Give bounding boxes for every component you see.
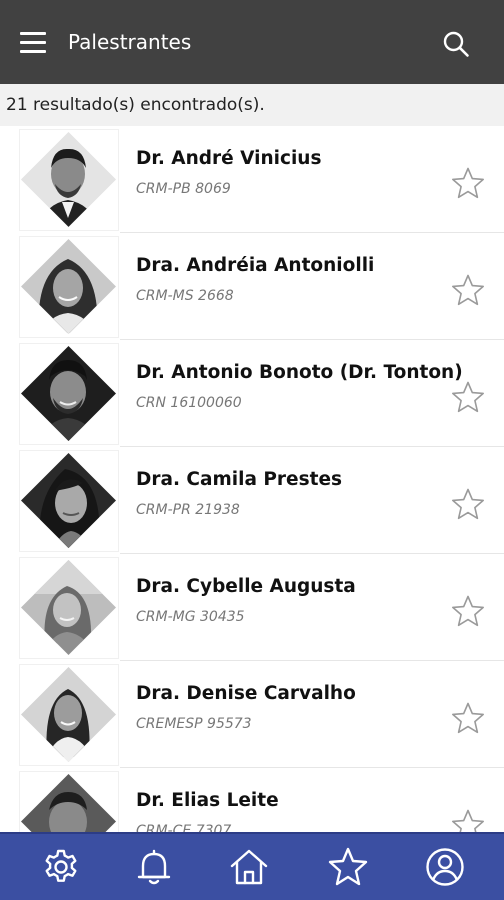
speaker-registration: CRM-MS 2668 [136,288,234,304]
avatar [20,451,118,551]
bell-icon[interactable] [133,846,175,888]
speaker-name: Dra. Denise Carvalho [136,683,356,704]
avatar [20,665,118,765]
speaker-list-item[interactable]: Dra. Camila Prestes CRM-PR 21938 [0,447,504,554]
star-icon[interactable] [327,846,369,888]
bottom-navigation [0,832,504,900]
gear-icon[interactable] [40,846,82,888]
speaker-registration: CRN 16100060 [136,395,242,411]
favorite-star-icon[interactable] [451,380,485,414]
speaker-registration: CRM-CE 7307 [136,823,232,832]
speaker-name: Dr. André Vinicius [136,148,322,169]
avatar [20,772,118,832]
avatar [20,130,118,230]
speaker-name: Dra. Cybelle Augusta [136,576,356,597]
speaker-name: Dr. Antonio Bonoto (Dr. Tonton) [136,362,463,383]
speaker-name: Dra. Camila Prestes [136,469,343,490]
profile-icon[interactable] [424,846,466,888]
speaker-registration: CREMESP 95573 [136,716,252,732]
speaker-name: Dr. Elias Leite [136,790,279,811]
favorite-star-icon[interactable] [451,487,485,521]
favorite-star-icon[interactable] [451,701,485,735]
results-count: 21 resultado(s) encontrado(s). [0,84,504,126]
speaker-registration: CRM-PR 21938 [136,502,240,518]
speaker-name: Dra. Andréia Antoniolli [136,255,375,276]
speaker-registration: CRM-MG 30435 [136,609,245,625]
search-icon[interactable] [442,30,470,58]
speaker-list-item[interactable]: Dr. Elias Leite CRM-CE 7307 [0,768,504,832]
favorite-star-icon[interactable] [451,273,485,307]
app-bar: Palestrantes [0,0,504,84]
page-title: Palestrantes [68,30,192,54]
favorite-star-icon[interactable] [451,808,485,832]
speaker-list: Dr. André Vinicius CRM-PB 8069 Dra. Andr… [0,126,504,832]
speaker-list-item[interactable]: Dra. Andréia Antoniolli CRM-MS 2668 [0,233,504,340]
favorite-star-icon[interactable] [451,594,485,628]
speaker-list-item[interactable]: Dr. André Vinicius CRM-PB 8069 [0,126,504,233]
favorite-star-icon[interactable] [451,166,485,200]
speaker-list-item[interactable]: Dra. Denise Carvalho CREMESP 95573 [0,661,504,768]
hamburger-menu-icon[interactable] [20,32,46,54]
avatar [20,237,118,337]
speaker-list-item[interactable]: Dr. Antonio Bonoto (Dr. Tonton) CRN 1610… [0,340,504,447]
avatar [20,344,118,444]
avatar [20,558,118,658]
home-icon[interactable] [228,846,270,888]
speaker-list-item[interactable]: Dra. Cybelle Augusta CRM-MG 30435 [0,554,504,661]
speaker-registration: CRM-PB 8069 [136,181,231,197]
